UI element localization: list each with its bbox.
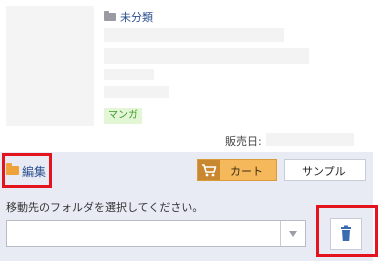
publisher-placeholder [104, 86, 169, 98]
cart-button[interactable]: カート [197, 159, 277, 181]
dropdown-arrow[interactable] [280, 221, 305, 246]
genre-tag: マンガ [104, 108, 142, 124]
folder-icon [104, 11, 116, 21]
cart-button-label: カート [230, 165, 263, 178]
chevron-down-icon [289, 231, 297, 237]
highlight-box-edit [2, 153, 52, 188]
sample-button[interactable]: サンプル [284, 159, 366, 181]
folder-move-instruction: 移動先のフォルダを選択してください。 [6, 201, 204, 214]
product-cover-image[interactable] [6, 6, 94, 126]
category-link[interactable]: 未分類 [120, 9, 153, 25]
release-date-value-placeholder [266, 133, 354, 146]
author-placeholder [104, 69, 154, 80]
trash-icon [341, 225, 351, 241]
sample-button-label: サンプル [302, 165, 346, 178]
subtitle-placeholder [104, 48, 309, 64]
folder-select[interactable] [6, 220, 306, 247]
title-placeholder [104, 28, 284, 42]
release-date-label: 販売日: [225, 135, 262, 148]
cart-icon [198, 160, 220, 180]
delete-button[interactable] [330, 218, 362, 250]
